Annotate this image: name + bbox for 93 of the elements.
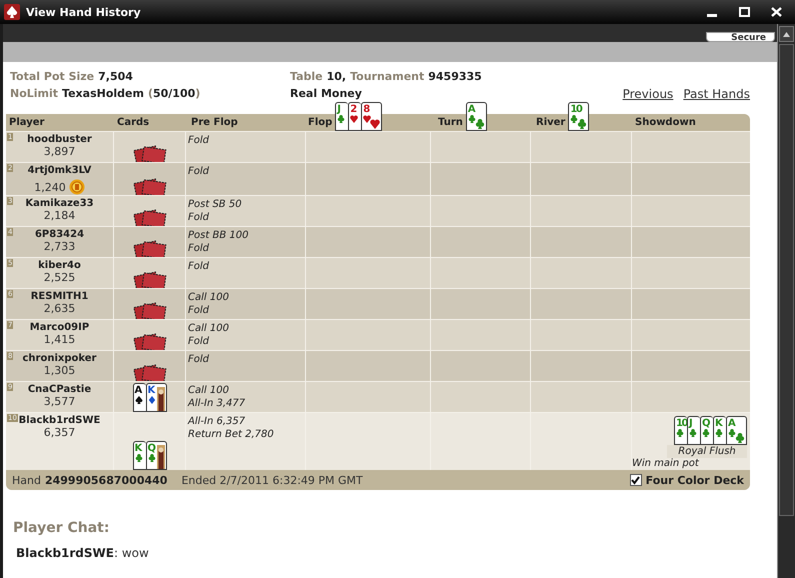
- hand-rank: Royal Flush: [667, 445, 747, 458]
- window-title: View Hand History: [26, 6, 142, 18]
- chip-count: 1,240: [34, 180, 66, 194]
- action-text: All-In 3,477: [188, 397, 246, 410]
- card-rank: K: [148, 385, 154, 396]
- chip-count: 3,577: [44, 395, 76, 408]
- player-name: chronixpoker: [22, 353, 96, 364]
- tournament-value: 9459335: [428, 70, 482, 83]
- chip-count: 6,357: [44, 426, 76, 439]
- ended-time: Ended 2/7/2011 6:32:49 PM GMT: [181, 474, 363, 486]
- table-value: 10,: [326, 70, 346, 83]
- bracket: ): [195, 87, 200, 100]
- pot-value: 7,504: [98, 70, 133, 83]
- player-name: 4rtj0mk3LV: [28, 165, 92, 176]
- chat-title: Player Chat:: [13, 520, 110, 536]
- card-rank: 2: [350, 104, 356, 115]
- card-rank: J: [337, 104, 340, 115]
- spade-logo-icon: [4, 4, 20, 20]
- card-rank: K: [715, 418, 722, 429]
- player-name: RESMITH1: [30, 291, 88, 302]
- table-label: Table: [290, 70, 323, 83]
- bracket: (: [148, 87, 153, 100]
- scroll-thumb[interactable]: [779, 44, 794, 516]
- money-type: Real Money: [290, 87, 362, 100]
- court-figure-icon: [156, 445, 164, 469]
- action-text: Fold: [188, 304, 210, 317]
- maximize-icon[interactable]: [738, 7, 750, 17]
- column-header: Turn: [438, 116, 463, 130]
- chip-count: 2,635: [44, 302, 76, 315]
- club-icon: [577, 119, 588, 129]
- column-header: Cards: [117, 116, 150, 130]
- action-text: Return Bet 2,780: [188, 428, 275, 441]
- action-text: Fold: [188, 260, 210, 273]
- close-icon[interactable]: [770, 7, 782, 17]
- chip-count: 2,184: [44, 209, 76, 222]
- secure-button[interactable]: Secure: [706, 32, 775, 42]
- action-text: Call 100: [188, 384, 230, 397]
- court-figure-icon: [156, 387, 164, 411]
- card-rank: A: [134, 385, 141, 396]
- action-text: Fold: [188, 242, 210, 255]
- scroll-up-button[interactable]: [779, 26, 794, 42]
- action-text: All-In 6,357: [188, 415, 246, 428]
- limit-label: NoLimit: [10, 87, 58, 100]
- hand-label: Hand: [12, 474, 41, 486]
- heart-icon: [370, 119, 380, 129]
- hand-number: 2499905687000440: [44, 474, 168, 486]
- action-text: Fold: [188, 335, 210, 348]
- action-text: Call 100: [188, 291, 230, 304]
- chip-count: 1,415: [44, 333, 76, 346]
- card-rank: 8: [363, 104, 369, 115]
- card-rank: 10: [570, 104, 582, 115]
- club-icon: [735, 433, 745, 443]
- scrollbar[interactable]: [777, 24, 795, 578]
- player-name: kiber4o: [38, 260, 81, 271]
- action-text: Fold: [188, 134, 210, 147]
- player-name: Kamikaze33: [25, 198, 94, 209]
- column-header: Player: [9, 116, 44, 130]
- chat-message: Blackb1rdSWE: wow: [16, 546, 150, 560]
- card-rank: A: [468, 104, 474, 115]
- chip-count: 2,525: [44, 271, 76, 284]
- column-header: Pre Flop: [191, 116, 238, 130]
- column-header: River: [536, 116, 566, 130]
- column-header: Flop: [308, 116, 332, 130]
- player-name: 6P83424: [34, 229, 84, 240]
- player-name: Marco09IP: [30, 322, 90, 333]
- up-arrow-icon: [783, 32, 790, 36]
- player-name: hoodbuster: [27, 134, 92, 145]
- action-text: Post SB 50: [188, 198, 243, 211]
- result-text: Win main pot: [632, 458, 699, 470]
- card-rank: K: [134, 443, 141, 454]
- chip-count: 1,305: [44, 364, 76, 377]
- pot-label: Total Pot Size: [10, 70, 94, 83]
- action-text: Post BB 100: [188, 229, 250, 242]
- chip-count: 3,897: [44, 145, 76, 158]
- chip-count: 2,733: [44, 240, 76, 253]
- player-name: Blackb1rdSWE: [18, 415, 100, 426]
- four-color-checkbox[interactable]: [630, 474, 642, 486]
- card-rank: A: [728, 418, 734, 429]
- checkbox-label: Four Color Deck: [646, 474, 744, 486]
- tournament-label: Tournament: [350, 70, 424, 83]
- player-name: CnaCPastie: [28, 384, 92, 395]
- action-text: Fold: [188, 211, 210, 224]
- card-rank: Q: [148, 443, 155, 454]
- club-icon: [474, 119, 485, 129]
- action-text: Call 100: [188, 322, 230, 335]
- action-text: Fold: [188, 353, 210, 366]
- card-rank: Q: [702, 418, 710, 429]
- action-text: Fold: [188, 165, 210, 178]
- stakes-value: 50/100: [152, 87, 196, 100]
- game-name: TexasHoldem: [62, 87, 144, 100]
- nav-link[interactable]: Past Hands: [683, 87, 750, 101]
- column-header: Showdown: [635, 116, 696, 130]
- nav-link[interactable]: Previous: [622, 87, 674, 101]
